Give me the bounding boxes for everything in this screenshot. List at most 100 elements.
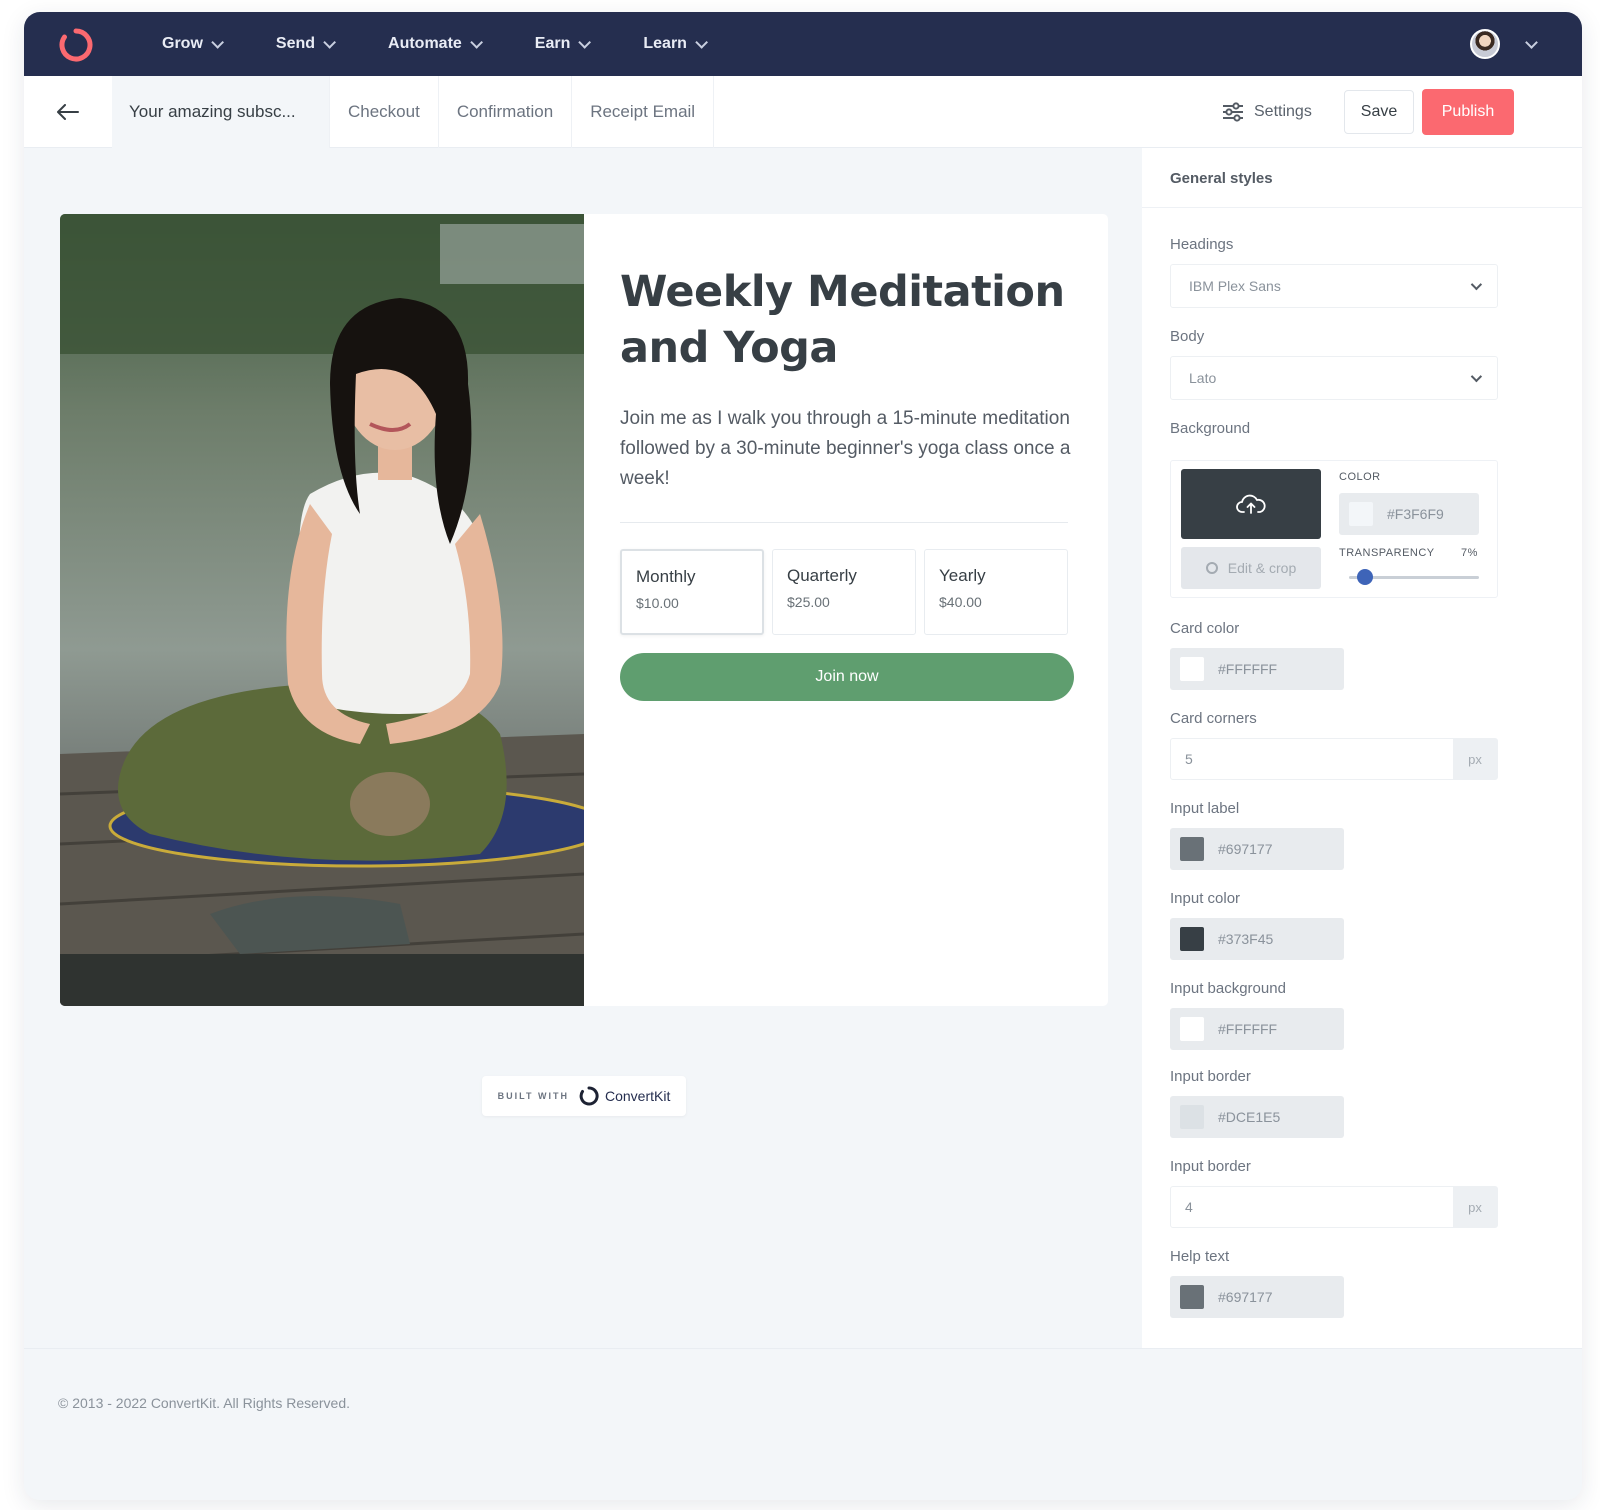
- color-swatch: [1349, 502, 1373, 526]
- plan-name: Monthly: [636, 567, 696, 586]
- nav-menu: Grow Send Automate Earn Learn: [162, 12, 760, 76]
- nav-grow[interactable]: Grow: [162, 35, 224, 53]
- built-with-text: BUILT WITH: [497, 1091, 569, 1101]
- nav-learn-label: Learn: [643, 35, 687, 52]
- background-image-upload[interactable]: [1181, 469, 1321, 539]
- nav-grow-label: Grow: [162, 35, 203, 52]
- input-label-label: Input label: [1170, 800, 1240, 817]
- chevron-down-icon: [211, 35, 224, 49]
- publish-button[interactable]: Publish: [1422, 89, 1514, 135]
- edit-crop-button[interactable]: Edit & crop: [1181, 547, 1321, 589]
- nav-earn-label: Earn: [534, 35, 571, 52]
- input-label-color-field[interactable]: #697177: [1170, 828, 1344, 870]
- footer: © 2013 - 2022 ConvertKit. All Rights Res…: [24, 1348, 1582, 1500]
- input-border-width-label: Input border: [1170, 1158, 1251, 1175]
- input-border-color-value: #DCE1E5: [1218, 1109, 1281, 1125]
- help-text-label: Help text: [1170, 1248, 1230, 1265]
- back-button[interactable]: [24, 76, 112, 148]
- card-content: Weekly Meditation and Yoga Join me as I …: [620, 264, 1074, 701]
- body-font-select[interactable]: Lato: [1170, 356, 1498, 400]
- input-color-field[interactable]: #373F45: [1170, 918, 1344, 960]
- divider: [620, 522, 1068, 523]
- chevron-down-icon: [1470, 278, 1483, 291]
- chevron-down-icon: [1470, 370, 1483, 383]
- built-with-badge[interactable]: BUILT WITH ConvertKit: [482, 1076, 686, 1116]
- nav-earn[interactable]: Earn: [534, 35, 592, 53]
- tab-landing-page[interactable]: Your amazing subsc...: [112, 76, 330, 148]
- input-border-width-value: 4: [1185, 1199, 1193, 1215]
- nav-send[interactable]: Send: [275, 35, 337, 53]
- input-color-value: #373F45: [1218, 931, 1274, 947]
- meditation-photo[interactable]: [60, 214, 584, 1006]
- nav-send-label: Send: [275, 35, 316, 52]
- cloud-upload-icon: [1236, 494, 1266, 514]
- input-background-label: Input background: [1170, 980, 1286, 997]
- bg-color-value: #F3F6F9: [1387, 506, 1444, 522]
- input-border-width-input[interactable]: 4 px: [1170, 1186, 1498, 1228]
- plan-name: Quarterly: [787, 566, 857, 585]
- chevron-down-icon: [470, 35, 483, 49]
- input-background-value: #FFFFFF: [1218, 1021, 1278, 1037]
- nav-learn[interactable]: Learn: [643, 35, 708, 53]
- nav-automate[interactable]: Automate: [388, 35, 483, 53]
- settings-label: Settings: [1254, 103, 1312, 120]
- card-corners-label: Card corners: [1170, 710, 1257, 727]
- built-with-brand: ConvertKit: [604, 1088, 671, 1104]
- styles-panel: General styles Headings IBM Plex Sans Bo…: [1142, 148, 1582, 1348]
- account-chevron-down-icon[interactable]: [1525, 36, 1538, 49]
- chevron-down-icon: [323, 35, 337, 49]
- nav-automate-label: Automate: [388, 35, 462, 52]
- tab-checkout[interactable]: Checkout: [330, 76, 439, 148]
- input-border-color-field[interactable]: #DCE1E5: [1170, 1096, 1344, 1138]
- plan-price: $40.00: [939, 594, 982, 610]
- card-corners-input[interactable]: 5 px: [1170, 738, 1498, 780]
- transparency-slider-thumb[interactable]: [1357, 569, 1373, 585]
- card-color-value: #FFFFFF: [1218, 661, 1278, 677]
- help-text-value: #697177: [1218, 1289, 1273, 1305]
- bg-color-label: COLOR: [1339, 471, 1381, 483]
- join-now-button[interactable]: Join now: [620, 653, 1074, 701]
- card-title-line1: Weekly Meditation: [620, 267, 1065, 317]
- headings-font-select[interactable]: IBM Plex Sans: [1170, 264, 1498, 308]
- copyright-text: © 2013 - 2022 ConvertKit. All Rights Res…: [58, 1395, 351, 1411]
- chevron-down-icon: [578, 35, 592, 49]
- body-font-value: Lato: [1189, 370, 1217, 386]
- plan-option-monthly[interactable]: Monthly $10.00: [620, 549, 764, 635]
- user-avatar[interactable]: [1470, 29, 1500, 59]
- convertkit-logo-icon[interactable]: [58, 27, 94, 63]
- pricing-plans: Monthly $10.00 Quarterly $25.00 Yearly $…: [620, 549, 1072, 635]
- headings-label: Headings: [1170, 236, 1234, 253]
- background-settings: Edit & crop COLOR #F3F6F9 TRANSPARENCY 7…: [1170, 460, 1498, 598]
- body-label: Body: [1170, 328, 1205, 345]
- save-button[interactable]: Save: [1344, 90, 1414, 134]
- color-swatch: [1180, 1285, 1204, 1309]
- card-corners-value: 5: [1185, 751, 1193, 767]
- color-swatch: [1180, 657, 1204, 681]
- tab-confirmation[interactable]: Confirmation: [439, 76, 573, 148]
- tab-receipt-email[interactable]: Receipt Email: [572, 76, 715, 148]
- px-unit: px: [1453, 739, 1497, 779]
- headings-font-value: IBM Plex Sans: [1189, 278, 1281, 294]
- card-color-label: Card color: [1170, 620, 1240, 637]
- help-text-color-field[interactable]: #697177: [1170, 1276, 1344, 1318]
- settings-button[interactable]: Settings: [1222, 94, 1312, 130]
- editor-toolbar: Your amazing subsc... Checkout Confirmat…: [24, 76, 1582, 148]
- background-color-field[interactable]: #F3F6F9: [1339, 493, 1479, 535]
- card-title-line2: and Yoga: [620, 323, 838, 373]
- panel-title: General styles: [1142, 148, 1582, 208]
- plan-option-yearly[interactable]: Yearly $40.00: [924, 549, 1068, 635]
- px-unit: px: [1453, 1187, 1497, 1227]
- card-color-field[interactable]: #FFFFFF: [1170, 648, 1344, 690]
- plan-name: Yearly: [939, 566, 986, 585]
- transparency-label: TRANSPARENCY: [1339, 547, 1435, 559]
- sliders-icon: [1223, 102, 1243, 122]
- arrow-left-icon: [57, 104, 79, 120]
- chevron-down-icon: [695, 35, 708, 49]
- top-navbar: Grow Send Automate Earn Learn: [24, 12, 1582, 76]
- plan-option-quarterly[interactable]: Quarterly $25.00: [772, 549, 916, 635]
- transparency-value: 7%: [1461, 547, 1478, 559]
- color-swatch: [1180, 927, 1204, 951]
- input-background-color-field[interactable]: #FFFFFF: [1170, 1008, 1344, 1050]
- plan-price: $10.00: [636, 595, 679, 611]
- crop-icon: [1205, 562, 1218, 574]
